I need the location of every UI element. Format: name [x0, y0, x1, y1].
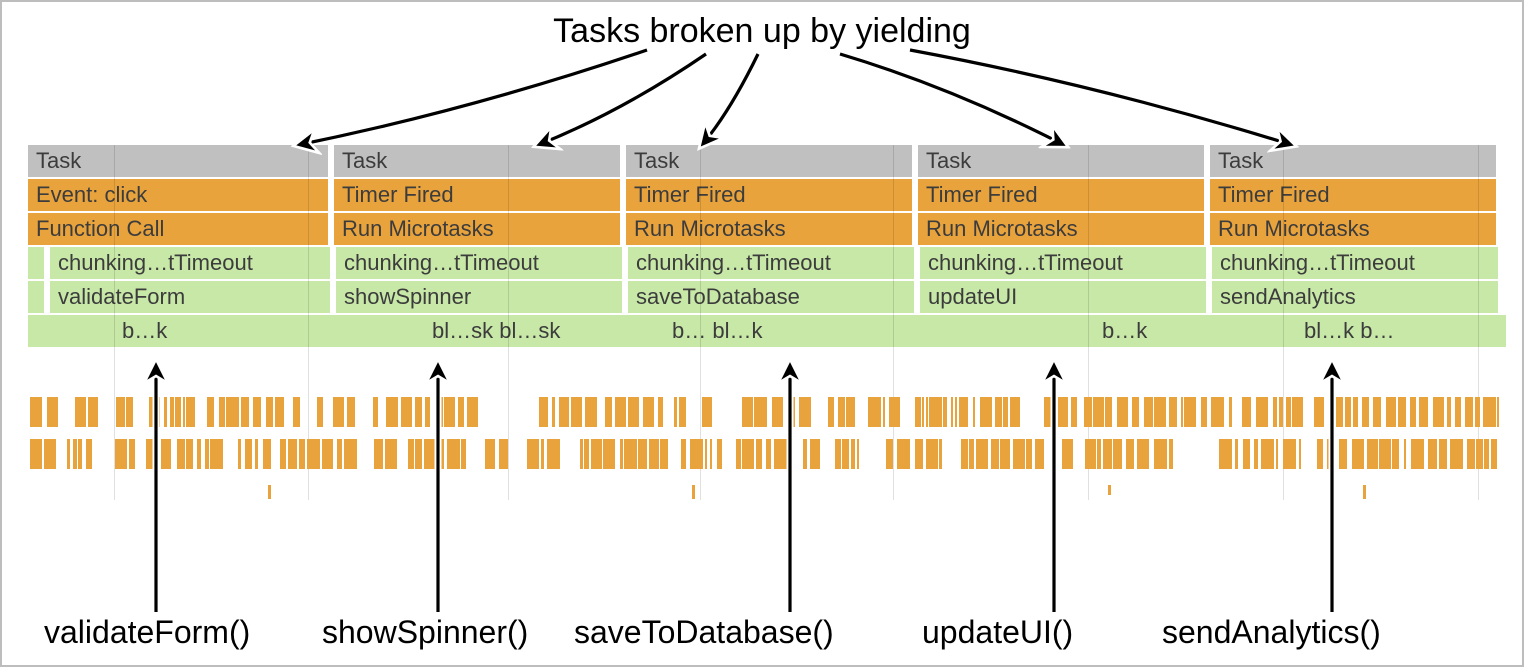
flame-func: sendAnalytics — [1212, 281, 1498, 313]
flame-task: Task — [334, 145, 620, 177]
flame-sub: b…k — [114, 315, 174, 347]
flame-chunk: chunking…tTimeout — [336, 247, 622, 279]
bottom-label: showSpinner() — [322, 614, 528, 651]
bottom-label: sendAnalytics() — [1162, 614, 1381, 651]
flame-event: Timer Fired — [1210, 179, 1496, 211]
flame-event: Timer Fired — [334, 179, 620, 211]
flame-chunk: chunking…tTimeout — [920, 247, 1206, 279]
flame-func: updateUI — [920, 281, 1206, 313]
flame-call: Run Microtasks — [1210, 213, 1496, 245]
flame-call: Run Microtasks — [334, 213, 620, 245]
diagram-frame: Tasks broken up by yielding TaskTaskTask… — [0, 0, 1524, 667]
flame-sub: bl…k b… — [1296, 315, 1506, 347]
flame-call: Function Call — [28, 213, 328, 245]
micro-bars-area — [28, 397, 1500, 502]
diagram-title: Tasks broken up by yielding — [2, 12, 1522, 51]
flame-chunk: chunking…tTimeout — [50, 247, 330, 279]
flame-task: Task — [28, 145, 328, 177]
flame-func: validateForm — [50, 281, 330, 313]
flame-call: Run Microtasks — [626, 213, 912, 245]
flame-sub: bl…sk bl…sk — [424, 315, 624, 347]
flame-func: showSpinner — [336, 281, 622, 313]
flame-func: saveToDatabase — [628, 281, 914, 313]
flame-call: Run Microtasks — [918, 213, 1204, 245]
flame-chunk: chunking…tTimeout — [1212, 247, 1498, 279]
flame-chunk: chunking…tTimeout — [628, 247, 914, 279]
bottom-label: saveToDatabase() — [574, 614, 834, 651]
bottom-label: validateForm() — [44, 614, 250, 651]
flame-event: Timer Fired — [918, 179, 1204, 211]
flame-sub: b…k — [1094, 315, 1164, 347]
flame-event: Event: click — [28, 179, 328, 211]
flame-task: Task — [918, 145, 1204, 177]
bottom-label: updateUI() — [922, 614, 1073, 651]
flame-task: Task — [1210, 145, 1496, 177]
flame-task: Task — [626, 145, 912, 177]
flame-sub: b… bl…k — [664, 315, 844, 347]
flame-event: Timer Fired — [626, 179, 912, 211]
flame-chart: TaskTaskTaskTaskTaskEvent: clickTimer Fi… — [28, 145, 1500, 349]
